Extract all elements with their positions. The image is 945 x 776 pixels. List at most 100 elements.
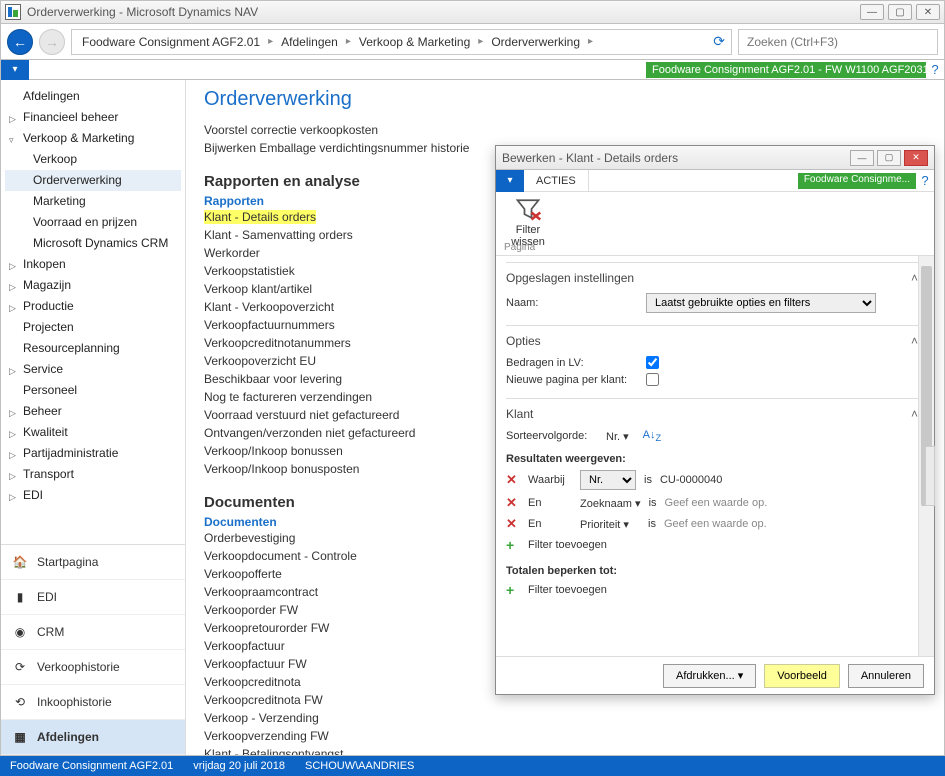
tree-node[interactable]: Afdelingen bbox=[5, 86, 181, 107]
tree-node[interactable]: Projecten bbox=[5, 317, 181, 338]
filter-value[interactable]: Geef een waarde op. bbox=[665, 497, 768, 509]
caret-icon[interactable]: ▷ bbox=[9, 279, 16, 296]
tree-node[interactable]: ▷Beheer bbox=[5, 401, 181, 422]
nav-history2[interactable]: ⟲Inkoophistorie bbox=[1, 685, 185, 720]
nav-edi[interactable]: ▮EDI bbox=[1, 580, 185, 615]
maximize-button[interactable]: ▢ bbox=[888, 4, 912, 20]
report-item[interactable]: Ontvangen/verzonden niet gefactureerd bbox=[204, 426, 415, 440]
dialog-close-button[interactable]: ✕ bbox=[904, 150, 928, 166]
tree-node[interactable]: Verkoop bbox=[5, 149, 181, 170]
dialog-side-tab[interactable] bbox=[925, 446, 935, 506]
tree-node[interactable]: ▿Verkoop & Marketing bbox=[5, 128, 181, 149]
tree-node[interactable]: Microsoft Dynamics CRM bbox=[5, 233, 181, 254]
tree-node[interactable]: Personeel bbox=[5, 380, 181, 401]
search-input[interactable] bbox=[738, 29, 938, 55]
breadcrumb-item[interactable]: Afdelingen bbox=[279, 35, 340, 49]
help-icon[interactable]: ? bbox=[926, 62, 944, 77]
dialog-minimize-button[interactable]: — bbox=[850, 150, 874, 166]
nav-crm[interactable]: ◉CRM bbox=[1, 615, 185, 650]
remove-filter-icon[interactable]: ✕ bbox=[506, 472, 520, 488]
tree-node[interactable]: ▷Service bbox=[5, 359, 181, 380]
nav-dept[interactable]: ▦Afdelingen bbox=[1, 720, 185, 755]
tree-node[interactable]: Marketing bbox=[5, 191, 181, 212]
tree-node[interactable]: Orderverwerking bbox=[5, 170, 181, 191]
clear-filter-button[interactable]: Filter wissen bbox=[504, 196, 552, 248]
amounts-checkbox[interactable] bbox=[646, 356, 659, 369]
document-item[interactable]: Verkoopverzending FW bbox=[204, 727, 926, 745]
report-item[interactable]: Verkoopfactuurnummers bbox=[204, 318, 335, 332]
saved-settings-select[interactable]: Laatst gebruikte opties en filters bbox=[646, 293, 876, 313]
sort-field[interactable]: Nr. ▾ bbox=[606, 430, 629, 443]
ribbon-menu-button[interactable]: ▾ bbox=[1, 60, 29, 80]
collapse-icon[interactable]: ˄ bbox=[911, 334, 918, 348]
add-total-filter-label[interactable]: Filter toevoegen bbox=[528, 584, 607, 596]
dialog-menu-button[interactable]: ▾ bbox=[496, 170, 524, 192]
breadcrumb[interactable]: Foodware Consignment AGF2.01▸ Afdelingen… bbox=[71, 29, 732, 55]
filter-field-select[interactable]: Nr. bbox=[580, 470, 636, 490]
breadcrumb-item[interactable]: Foodware Consignment AGF2.01 bbox=[80, 35, 262, 49]
caret-icon[interactable]: ▿ bbox=[9, 132, 14, 149]
filter-field-dropdown[interactable]: Zoeknaam ▾ bbox=[580, 497, 641, 510]
nav-tree[interactable]: Afdelingen▷Financieel beheer▿Verkoop & M… bbox=[1, 80, 185, 544]
collapse-icon[interactable]: ˄ bbox=[911, 271, 918, 285]
remove-filter-icon[interactable]: ✕ bbox=[506, 495, 520, 511]
caret-icon[interactable]: ▷ bbox=[9, 489, 16, 506]
report-item[interactable]: Beschikbaar voor levering bbox=[204, 372, 342, 386]
tab-actions[interactable]: ACTIES bbox=[524, 170, 589, 192]
nav-history[interactable]: ⟳Verkoophistorie bbox=[1, 650, 185, 685]
tree-node[interactable]: ▷Productie bbox=[5, 296, 181, 317]
preview-button[interactable]: Voorbeeld bbox=[764, 664, 840, 688]
dialog-help-icon[interactable]: ? bbox=[916, 173, 934, 188]
newpage-checkbox[interactable] bbox=[646, 373, 659, 386]
caret-icon[interactable]: ▷ bbox=[9, 258, 16, 275]
tree-node[interactable]: ▷EDI bbox=[5, 485, 181, 506]
report-item[interactable]: Verkoop/Inkoop bonusposten bbox=[204, 462, 359, 476]
tree-node[interactable]: Voorraad en prijzen bbox=[5, 212, 181, 233]
document-item[interactable]: Verkoop - Verzending bbox=[204, 709, 926, 727]
tree-node[interactable]: Resourceplanning bbox=[5, 338, 181, 359]
cancel-button[interactable]: Annuleren bbox=[848, 664, 924, 688]
tree-node[interactable]: ▷Partijadministratie bbox=[5, 443, 181, 464]
add-filter-icon[interactable]: + bbox=[506, 537, 520, 553]
breadcrumb-item[interactable]: Verkoop & Marketing bbox=[357, 35, 472, 49]
report-item[interactable]: Klant - Details orders bbox=[204, 210, 316, 224]
report-item[interactable]: Verkoopcreditnotanummers bbox=[204, 336, 351, 350]
report-item[interactable]: Werkorder bbox=[204, 246, 260, 260]
print-button[interactable]: Afdrukken... ▾ bbox=[663, 664, 756, 688]
report-item[interactable]: Voorraad verstuurd niet gefactureerd bbox=[204, 408, 399, 422]
minimize-button[interactable]: — bbox=[860, 4, 884, 20]
tree-node[interactable]: ▷Magazijn bbox=[5, 275, 181, 296]
tree-node[interactable]: ▷Kwaliteit bbox=[5, 422, 181, 443]
tree-node[interactable]: ▷Financieel beheer bbox=[5, 107, 181, 128]
refresh-icon[interactable]: ⟳ bbox=[713, 33, 725, 50]
tree-node[interactable]: ▷Inkopen bbox=[5, 254, 181, 275]
add-total-filter-icon[interactable]: + bbox=[506, 582, 520, 598]
dialog-maximize-button[interactable]: ▢ bbox=[877, 150, 901, 166]
collapse-icon[interactable]: ˄ bbox=[911, 407, 918, 421]
caret-icon[interactable]: ▷ bbox=[9, 468, 16, 485]
report-item[interactable]: Nog te factureren verzendingen bbox=[204, 390, 372, 404]
report-item[interactable]: Verkoop/Inkoop bonussen bbox=[204, 444, 343, 458]
report-item[interactable]: Verkoopstatistiek bbox=[204, 264, 295, 278]
close-button[interactable]: ✕ bbox=[916, 4, 940, 20]
filter-value[interactable]: Geef een waarde op. bbox=[664, 518, 767, 530]
nav-home[interactable]: 🏠Startpagina bbox=[1, 545, 185, 580]
report-item[interactable]: Klant - Samenvatting orders bbox=[204, 228, 353, 242]
caret-icon[interactable]: ▷ bbox=[9, 300, 16, 317]
add-filter-label[interactable]: Filter toevoegen bbox=[528, 539, 607, 551]
report-item[interactable]: Klant - Verkoopoverzicht bbox=[204, 300, 334, 314]
caret-icon[interactable]: ▷ bbox=[9, 363, 16, 380]
report-item[interactable]: Verkoopoverzicht EU bbox=[204, 354, 316, 368]
report-item[interactable]: Verkoop klant/artikel bbox=[204, 282, 312, 296]
caret-icon[interactable]: ▷ bbox=[9, 447, 16, 464]
sort-direction-button[interactable]: A↓Z bbox=[643, 429, 661, 443]
document-item[interactable]: Klant - Betalingsontvangst bbox=[204, 745, 926, 755]
caret-icon[interactable]: ▷ bbox=[9, 111, 16, 128]
tree-node[interactable]: ▷Transport bbox=[5, 464, 181, 485]
action-item[interactable]: Voorstel correctie verkoopkosten bbox=[204, 121, 926, 139]
caret-icon[interactable]: ▷ bbox=[9, 405, 16, 422]
back-button[interactable]: ← bbox=[7, 29, 33, 55]
remove-filter-icon[interactable]: ✕ bbox=[506, 516, 520, 532]
filter-field-dropdown[interactable]: Prioriteit ▾ bbox=[580, 518, 640, 531]
caret-icon[interactable]: ▷ bbox=[9, 426, 16, 443]
